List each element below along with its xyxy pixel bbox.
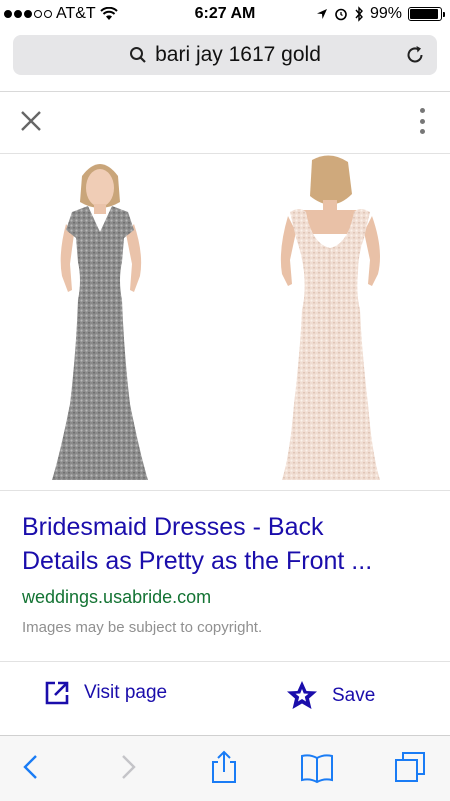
search-icon (130, 47, 146, 63)
visit-page-button[interactable]: Visit page (44, 680, 167, 706)
save-button[interactable]: Save (286, 680, 375, 712)
battery-percent: 99% (369, 5, 402, 22)
result-title-line1: Bridesmaid Dresses - Back (22, 513, 324, 541)
save-label: Save (332, 685, 376, 706)
copyright-notice: Images may be subject to copyright. (22, 619, 263, 636)
share-icon[interactable] (207, 750, 241, 784)
dress-front-figure (52, 164, 148, 480)
visit-page-label: Visit page (84, 682, 168, 703)
close-icon[interactable] (18, 108, 44, 134)
battery-icon (408, 7, 445, 21)
browser-toolbar (0, 735, 450, 801)
search-query-text: bari jay 1617 gold (155, 43, 321, 66)
location-arrow-icon (316, 9, 327, 19)
reload-icon[interactable] (403, 43, 427, 67)
star-bookmark-icon (287, 681, 317, 709)
search-query-display[interactable]: bari jay 1617 gold (13, 35, 437, 75)
result-title-line2: Details as Pretty as the Front ... (22, 547, 373, 575)
address-bar[interactable]: bari jay 1617 gold (13, 35, 437, 75)
chevron-left-icon[interactable] (14, 750, 48, 784)
divider (0, 91, 450, 92)
status-bar: AT&T 6:27 AM 99% (0, 0, 450, 30)
chevron-right-icon[interactable] (111, 750, 145, 784)
status-right: 99% (316, 5, 445, 23)
tabs-icon[interactable] (393, 750, 427, 784)
alarm-icon (335, 8, 347, 21)
divider (0, 490, 450, 491)
divider (0, 661, 450, 662)
more-vert-icon[interactable] (420, 108, 426, 134)
result-title-link[interactable]: Bridesmaid Dresses - Back Details as Pre… (22, 510, 432, 578)
result-image[interactable] (0, 154, 450, 490)
dress-back-figure (280, 155, 380, 480)
bluetooth-icon (355, 6, 363, 22)
result-domain[interactable]: weddings.usabride.com (22, 587, 211, 608)
open-in-new-icon (45, 681, 69, 705)
book-icon[interactable] (300, 750, 334, 784)
